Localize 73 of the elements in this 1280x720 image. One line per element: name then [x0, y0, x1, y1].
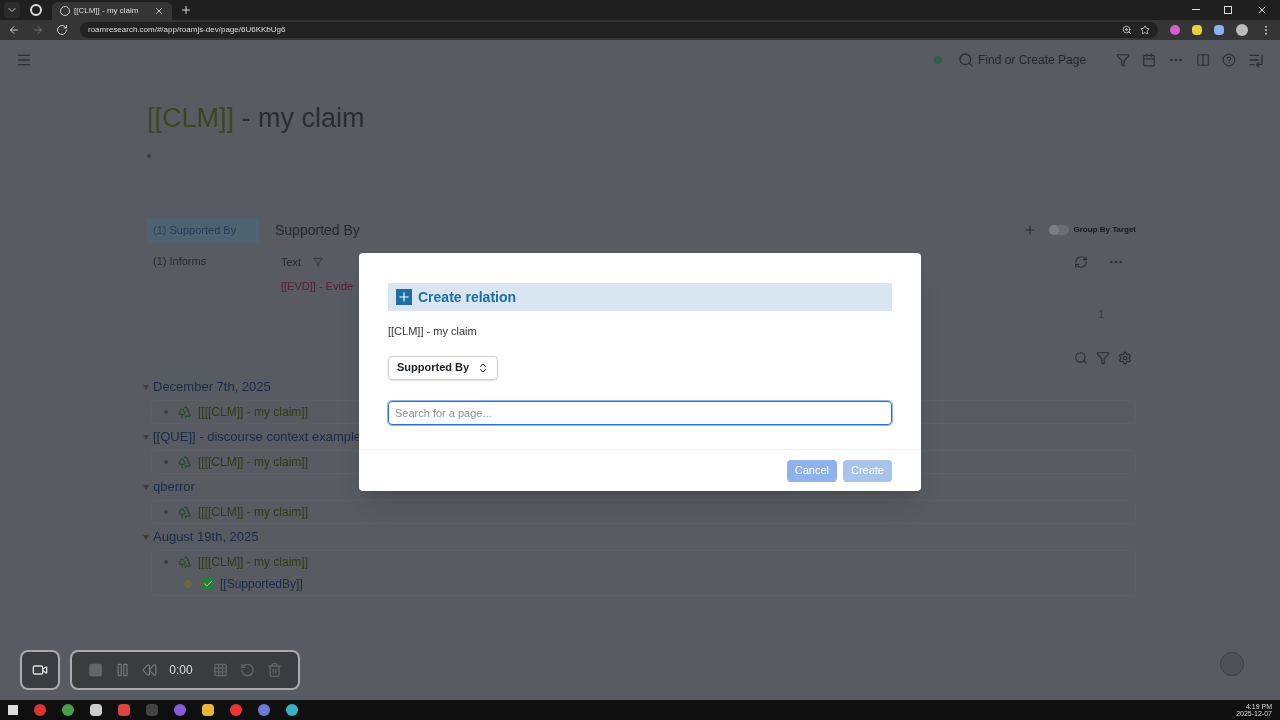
toggle-label: Group By Target — [1073, 224, 1136, 236]
recording-time: 0:00 — [169, 662, 193, 679]
tab-title: [[CLM]] - my claim — [74, 5, 140, 17]
reference-group-title[interactable]: qberror — [153, 477, 195, 497]
reference-link[interactable]: [[[[CLM]] - my claim]] — [198, 553, 308, 571]
tree-icon — [178, 405, 192, 419]
filter-icon[interactable] — [313, 257, 324, 267]
zoom-icon[interactable] — [1122, 25, 1132, 35]
app-icon[interactable] — [286, 704, 298, 716]
url-text: roamresearch.com/#/app/roamjs-dev/page/6U6KKbUg6 — [88, 24, 287, 36]
extension-icon[interactable] — [1192, 25, 1202, 35]
list-icon[interactable] — [1248, 52, 1264, 68]
checkbox-icon — [202, 578, 214, 590]
help-icon[interactable] — [1222, 53, 1236, 67]
reference-link[interactable]: [[SupportedBy]] — [220, 575, 303, 593]
caret-icon[interactable] — [143, 484, 149, 490]
dialog-button[interactable]: Cancel — [786, 459, 837, 482]
reference-group-title[interactable]: December 7th, 2025 — [153, 377, 271, 397]
start-icon[interactable] — [8, 705, 18, 715]
extension-icon[interactable] — [1214, 25, 1224, 35]
refresh-icon[interactable] — [1074, 255, 1088, 269]
caret-icon[interactable] — [143, 434, 149, 440]
group-toggle[interactable] — [1049, 225, 1070, 235]
reload-icon[interactable] — [56, 24, 68, 36]
stop-icon[interactable] — [88, 662, 104, 678]
back-icon[interactable] — [8, 24, 20, 36]
page-search-field[interactable]: Search for a page... — [388, 400, 892, 425]
dialog-title: Create relation — [418, 287, 517, 307]
record-icon — [30, 4, 42, 16]
camera-icon — [32, 662, 48, 678]
extension-icon[interactable] — [1170, 25, 1180, 35]
source-page: [[CLM]] - my claim — [388, 324, 478, 339]
caret-icon[interactable] — [143, 384, 149, 390]
calendar-icon[interactable] — [1142, 53, 1156, 67]
reference-group-title[interactable]: August 19th, 2025 — [153, 527, 259, 547]
relation-select[interactable]: Supported By — [388, 355, 499, 380]
profile-icon[interactable] — [1236, 24, 1248, 36]
rewind-icon[interactable] — [142, 662, 158, 678]
browser-tab[interactable]: [[CLM]] - my claim — [52, 2, 172, 20]
tree-icon — [178, 455, 192, 469]
search-icon — [958, 52, 974, 68]
app-icon[interactable] — [258, 704, 270, 716]
grid-icon[interactable] — [212, 662, 228, 678]
search-icon[interactable] — [1074, 350, 1088, 365]
tree-icon — [178, 555, 192, 569]
app-icon[interactable] — [90, 704, 102, 716]
caret-icon[interactable] — [143, 534, 149, 540]
restart-icon[interactable] — [239, 662, 255, 678]
filter-icon[interactable] — [1116, 53, 1130, 67]
address-bar[interactable]: roamresearch.com/#/app/roamjs-dev/page/6U6KKbUg6 — [80, 22, 1158, 38]
pause-icon[interactable] — [115, 662, 131, 678]
add-icon[interactable] — [1023, 223, 1038, 237]
forward-icon[interactable] — [32, 24, 44, 36]
reference-group-title[interactable]: [[QUE]] - discourse context example — [153, 427, 362, 447]
floating-action-icon[interactable] — [1220, 652, 1244, 676]
bookmark-icon[interactable] — [1140, 25, 1150, 35]
new-tab-icon[interactable] — [180, 4, 192, 16]
plus-icon — [396, 289, 412, 305]
delete-icon[interactable] — [266, 662, 282, 678]
restore-icon[interactable] — [1224, 6, 1232, 14]
settings-icon[interactable] — [1118, 350, 1132, 365]
reference-link[interactable]: [[[[CLM]] - my claim]] — [198, 503, 308, 521]
sidebar-icon[interactable] — [1196, 53, 1210, 67]
tree-icon — [178, 505, 192, 519]
reference-link[interactable]: [[[[CLM]] - my claim]] — [198, 403, 308, 421]
app-icon[interactable] — [62, 704, 74, 716]
app-icon[interactable] — [202, 704, 214, 716]
filter-icon[interactable] — [1096, 350, 1110, 365]
camera-button[interactable] — [20, 650, 60, 690]
reference-link[interactable]: [[[[CLM]] - my claim]] — [198, 453, 308, 471]
tab-list-button[interactable] — [4, 2, 20, 18]
close-icon[interactable] — [154, 6, 164, 16]
close-icon[interactable] — [1256, 4, 1268, 16]
